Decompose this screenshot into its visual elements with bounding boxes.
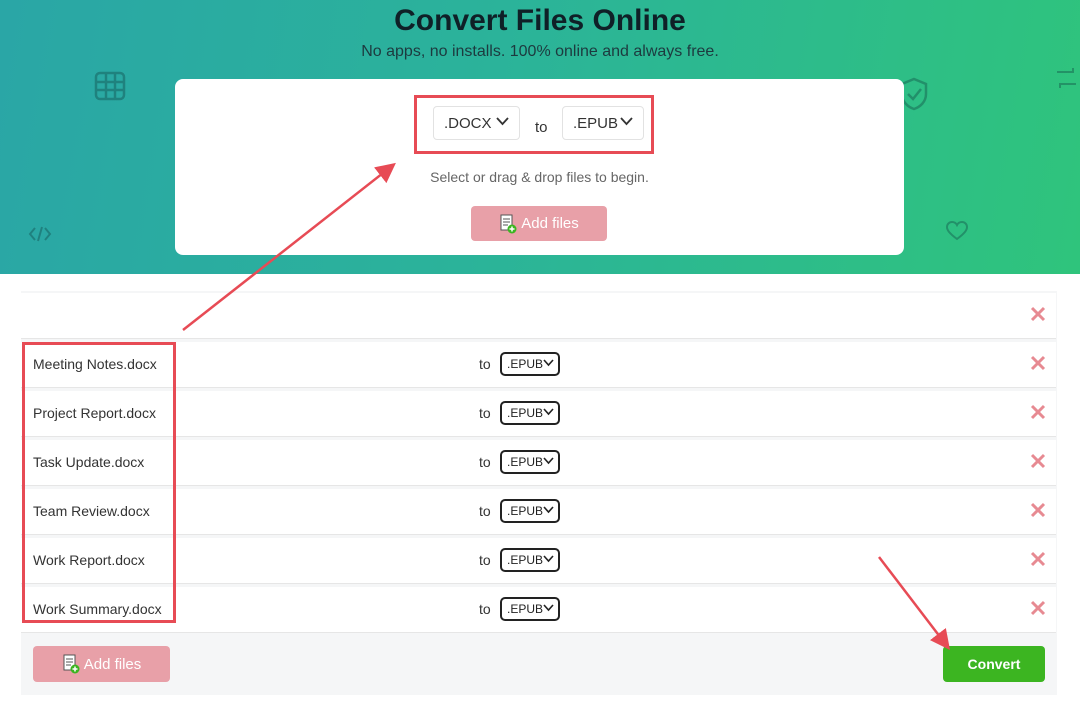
remove-icon[interactable] xyxy=(1030,306,1046,322)
target-format-value: .EPUB xyxy=(507,602,544,616)
add-file-icon xyxy=(63,654,80,674)
chevron-down-icon xyxy=(543,457,554,465)
code-icon xyxy=(28,226,52,242)
target-format-select[interactable]: .EPUB xyxy=(500,450,560,474)
file-row: Team Review.docx to .EPUB xyxy=(21,489,1056,535)
chevron-down-icon xyxy=(543,408,554,416)
heart-icon xyxy=(945,220,969,241)
remove-icon[interactable] xyxy=(1030,600,1046,616)
to-label: to xyxy=(479,503,491,519)
file-row: Work Summary.docx to .EPUB xyxy=(21,587,1056,633)
remove-icon[interactable] xyxy=(1030,502,1046,518)
target-format-value: .EPUB xyxy=(507,553,544,567)
file-row: Task Update.docx to .EPUB xyxy=(21,440,1056,486)
target-format-select[interactable]: .EPUB xyxy=(500,499,560,523)
table-icon xyxy=(94,71,126,101)
file-row: Project Report.docx to .EPUB xyxy=(21,391,1056,437)
chevron-down-icon xyxy=(543,506,554,514)
target-format-value: .EPUB xyxy=(507,406,544,420)
page-title: Convert Files Online xyxy=(394,4,686,37)
target-format-select[interactable]: .EPUB xyxy=(500,548,560,572)
add-file-icon xyxy=(500,214,517,233)
file-row: Meeting Notes.docx to .EPUB xyxy=(21,342,1056,388)
add-files-label: Add files xyxy=(521,215,579,232)
chevron-down-icon xyxy=(543,604,554,612)
format-highlight-box xyxy=(414,95,654,154)
remove-icon[interactable] xyxy=(1030,355,1046,371)
chevron-down-icon xyxy=(543,359,554,367)
to-label: to xyxy=(479,405,491,421)
remove-icon[interactable] xyxy=(1030,404,1046,420)
target-format-value: .EPUB xyxy=(507,455,544,469)
to-label: to xyxy=(479,356,491,372)
empty-row xyxy=(21,293,1056,339)
file-row: Work Report.docx to .EPUB xyxy=(21,538,1056,584)
file-names-highlight-box xyxy=(22,342,176,623)
convert-button[interactable]: Convert xyxy=(943,646,1045,682)
add-files-button[interactable]: Add files xyxy=(471,206,607,241)
refresh-icon xyxy=(1057,68,1076,88)
add-files-label: Add files xyxy=(83,655,142,673)
page-subtitle: No apps, no installs. 100% online and al… xyxy=(361,43,719,60)
to-label: to xyxy=(479,454,491,470)
to-label: to xyxy=(479,601,491,617)
target-format-select[interactable]: .EPUB xyxy=(500,401,560,425)
chevron-down-icon xyxy=(543,555,554,563)
footer-add-files-button[interactable]: Add files xyxy=(33,646,170,682)
convert-label: Convert xyxy=(967,656,1021,672)
target-format-select[interactable]: .EPUB xyxy=(500,352,560,376)
target-format-select[interactable]: .EPUB xyxy=(500,597,560,621)
drop-hint: Select or drag & drop files to begin. xyxy=(430,169,649,185)
target-format-value: .EPUB xyxy=(507,357,544,371)
target-format-value: .EPUB xyxy=(507,504,544,518)
to-label: to xyxy=(479,552,491,568)
remove-icon[interactable] xyxy=(1030,551,1046,567)
remove-icon[interactable] xyxy=(1030,453,1046,469)
